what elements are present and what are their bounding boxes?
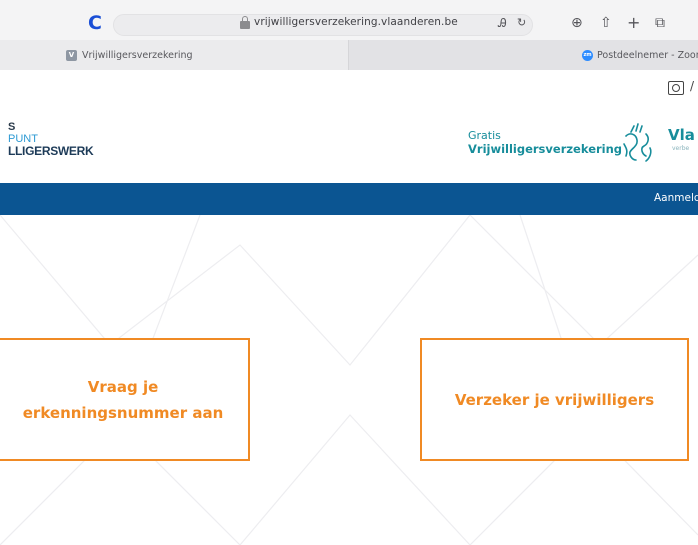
vlaanderen-wordmark[interactable]: Vla [668,127,695,143]
insure-volunteers-button[interactable]: Verzeker je vrijwilligers [420,338,689,461]
logo-line-3: LLIGERSWERK [8,144,94,158]
tab-vrijwilligersverzekering[interactable]: V Vrijwilligersverzekering [0,40,348,70]
request-recognition-number-button[interactable]: Vraag je erkenningsnummer aan [0,338,250,461]
main-content: Vraag je erkenningsnummer aan Verzeker j… [0,215,698,545]
tab-label: Postdeelnemer - Zoom [597,50,698,61]
vlaanderen-subtext: verbe [672,145,690,152]
browser-toolbar: C vrijwilligersverzekering.vlaanderen.be… [0,0,698,40]
reload-page-icon[interactable]: ↻ [517,14,526,32]
card-line-2: erkenningsnummer aan [22,403,224,422]
vlaanderen-lion-icon [623,123,652,162]
tab-overview-icon[interactable]: ⧉ [655,14,665,32]
logo-line-1: S [8,121,16,133]
download-icon[interactable]: ⊕ [571,14,583,32]
steunpunt-vrijwilligerswerk-logo[interactable]: S PUNT LLIGERSWERK [8,121,94,158]
product-title[interactable]: Vrijwilligersverzekering [468,142,622,156]
vlaanderen-favicon-icon: V [66,50,77,61]
tab-bar: V Vrijwilligersverzekering zm Postdeelne… [0,40,698,70]
zoom-favicon-icon: zm [582,50,593,61]
login-link[interactable]: Aanmeld [654,192,698,204]
main-navbar: Aanmeld [0,183,698,215]
tab-zoom[interactable]: zm Postdeelnemer - Zoom [348,40,698,70]
new-tab-icon[interactable]: + [627,14,640,32]
share-icon[interactable]: ⇧ [600,14,612,32]
product-tagline: Gratis [468,129,501,142]
url-text[interactable]: vrijwilligersverzekering.vlaanderen.be [254,16,458,28]
translate-icon[interactable]: Ꭿ [498,14,507,32]
reader-icon[interactable] [668,81,684,95]
page-toolbar: / [0,71,698,111]
site-header: S PUNT LLIGERSWERK Gratis Vrijwilligersv… [0,111,698,183]
card-label: Verzeker je vrijwilligers [454,390,655,409]
lock-icon [240,16,250,30]
reload-icon[interactable]: C [88,13,102,33]
truncated-text: / [690,79,695,93]
page: C vrijwilligersverzekering.vlaanderen.be… [0,0,698,545]
tab-label: Vrijwilligersverzekering [82,50,193,61]
card-line-1: Vraag je [87,377,159,396]
